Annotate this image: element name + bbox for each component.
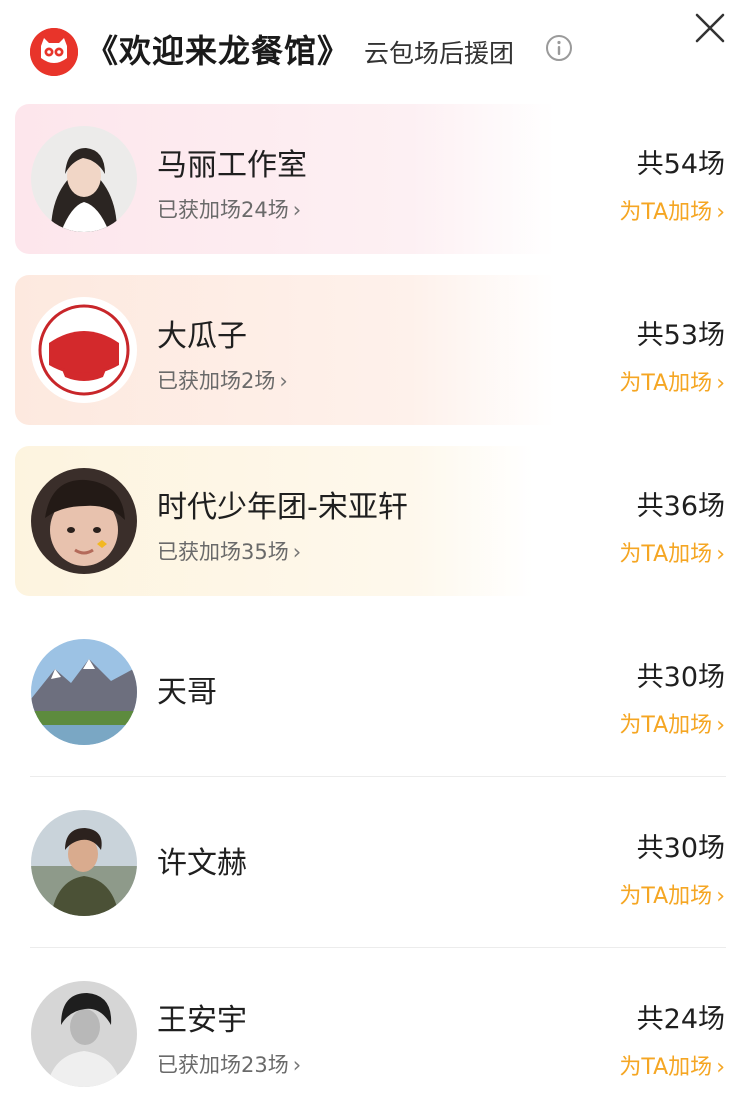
add-show-label: 为TA加场 bbox=[619, 1055, 713, 1080]
gained-shows-link[interactable]: 已获加场24场 › bbox=[157, 194, 301, 224]
add-show-button[interactable]: 为TA加场 › bbox=[619, 1049, 725, 1081]
chevron-right-icon: › bbox=[292, 198, 302, 222]
gained-shows-text: 已获加场24场 bbox=[157, 198, 289, 222]
avatar bbox=[31, 810, 137, 916]
chevron-right-icon: › bbox=[716, 1055, 725, 1080]
total-shows: 共24场 bbox=[636, 1004, 725, 1035]
chevron-right-icon: › bbox=[716, 713, 725, 738]
avatar bbox=[31, 639, 137, 745]
add-show-label: 为TA加场 bbox=[619, 200, 713, 225]
list-item[interactable]: 马丽工作室 已获加场24场 › 共54场 为TA加场 › bbox=[15, 104, 735, 254]
divider bbox=[30, 776, 726, 777]
header: 《欢迎来龙餐馆》 云包场后援团 bbox=[0, 0, 756, 100]
divider bbox=[30, 947, 726, 948]
page-title: 《欢迎来龙餐馆》 bbox=[86, 32, 351, 70]
total-shows: 共53场 bbox=[636, 320, 725, 351]
avatar bbox=[31, 981, 137, 1087]
artist-name: 马丽工作室 bbox=[157, 148, 307, 183]
chevron-right-icon: › bbox=[716, 542, 725, 567]
list-item[interactable]: 天哥 共30场 为TA加场 › bbox=[15, 617, 735, 767]
close-x-icon[interactable] bbox=[692, 10, 728, 46]
list-item[interactable]: 时代少年团-宋亚轩 已获加场35场 › 共36场 为TA加场 › bbox=[15, 446, 735, 596]
chevron-right-icon: › bbox=[279, 369, 288, 393]
add-show-label: 为TA加场 bbox=[619, 371, 713, 396]
add-show-label: 为TA加场 bbox=[619, 713, 713, 738]
add-show-button[interactable]: 为TA加场 › bbox=[619, 878, 725, 910]
chevron-right-icon: › bbox=[292, 540, 302, 564]
add-show-button[interactable]: 为TA加场 › bbox=[619, 536, 725, 568]
avatar bbox=[31, 297, 137, 403]
artist-name: 许文赫 bbox=[157, 846, 247, 881]
add-show-label: 为TA加场 bbox=[619, 542, 713, 567]
info-circle-icon[interactable] bbox=[545, 34, 573, 62]
add-show-button[interactable]: 为TA加场 › bbox=[619, 365, 725, 397]
gained-shows-text: 已获加场2场 bbox=[157, 369, 276, 393]
gained-shows-link[interactable]: 已获加场23场 › bbox=[157, 1049, 301, 1079]
maoyan-cat-logo-icon bbox=[30, 28, 78, 76]
gained-shows-text: 已获加场35场 bbox=[157, 540, 289, 564]
list-item[interactable]: 许文赫 共30场 为TA加场 › bbox=[15, 788, 735, 938]
add-show-button[interactable]: 为TA加场 › bbox=[619, 194, 725, 226]
total-shows: 共30场 bbox=[636, 833, 725, 864]
add-show-label: 为TA加场 bbox=[619, 884, 713, 909]
chevron-right-icon: › bbox=[292, 1053, 302, 1077]
list-item[interactable]: 王安宇 已获加场23场 › 共24场 为TA加场 › bbox=[15, 959, 735, 1109]
artist-name: 王安宇 bbox=[157, 1003, 247, 1038]
chevron-right-icon: › bbox=[716, 371, 725, 396]
artist-name: 时代少年团-宋亚轩 bbox=[157, 490, 408, 525]
gained-shows-link[interactable]: 已获加场2场 › bbox=[157, 365, 288, 395]
chevron-right-icon: › bbox=[716, 200, 725, 225]
artist-name: 天哥 bbox=[157, 675, 217, 710]
gained-shows-link[interactable]: 已获加场35场 › bbox=[157, 536, 301, 566]
add-show-button[interactable]: 为TA加场 › bbox=[619, 707, 725, 739]
gained-shows-text: 已获加场23场 bbox=[157, 1053, 289, 1077]
avatar bbox=[31, 126, 137, 232]
page-subtitle: 云包场后援团 bbox=[364, 39, 515, 68]
total-shows: 共54场 bbox=[636, 149, 725, 180]
artist-name: 大瓜子 bbox=[157, 319, 247, 354]
list-item[interactable]: 大瓜子 已获加场2场 › 共53场 为TA加场 › bbox=[15, 275, 735, 425]
avatar bbox=[31, 468, 137, 574]
total-shows: 共30场 bbox=[636, 662, 725, 693]
total-shows: 共36场 bbox=[636, 491, 725, 522]
chevron-right-icon: › bbox=[716, 884, 725, 909]
